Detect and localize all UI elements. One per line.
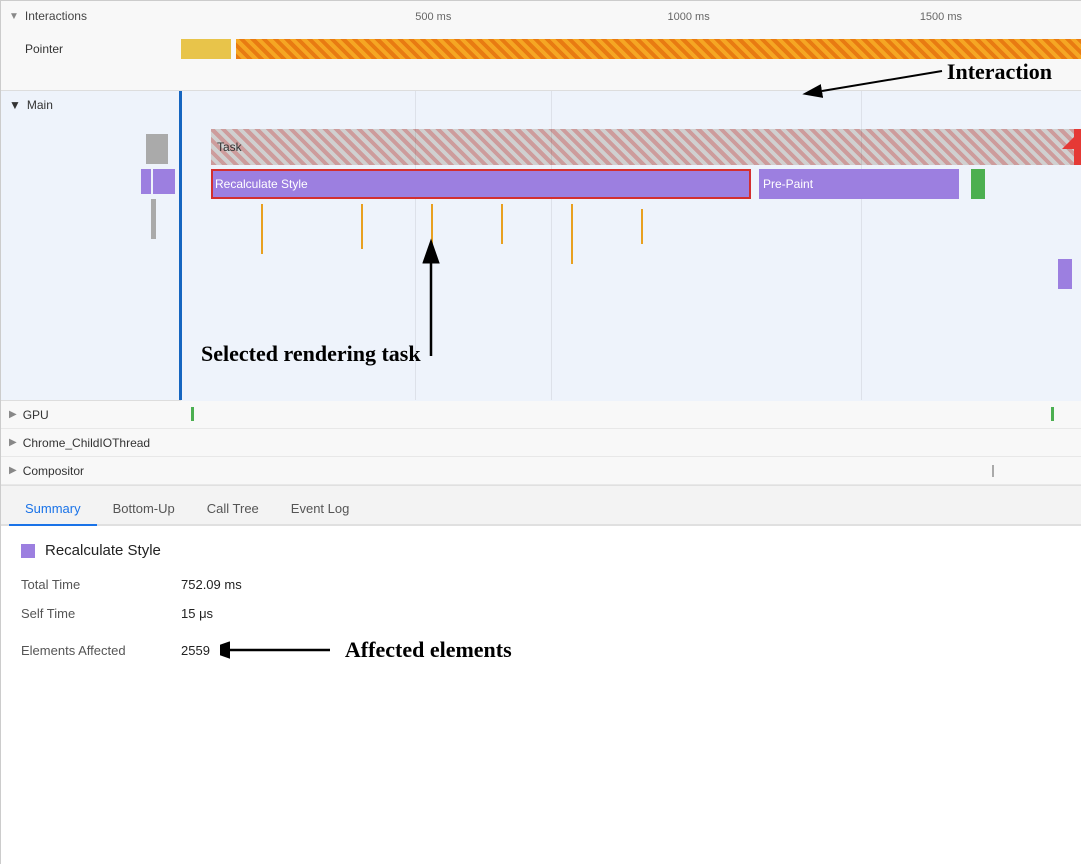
blue-left-border: [179, 91, 182, 400]
affected-elements-annotation-text: Affected elements: [345, 637, 512, 663]
summary-self-time-row: Self Time 15 μs: [21, 606, 1062, 621]
chrome-child-row: ▶ Chrome_ChildIOThread: [1, 429, 1081, 457]
interactions-triangle[interactable]: ▼: [9, 11, 19, 22]
gray-block-1: [146, 134, 168, 164]
summary-elements-affected-row: Elements Affected 2559 Affected elements: [21, 635, 1062, 665]
main-content: Task Recalculate Style Pre-Paint: [181, 119, 1081, 401]
label-500ms: 500 ms: [415, 11, 451, 23]
summary-title-row: Recalculate Style: [21, 542, 1062, 559]
pointer-yellow-block: [181, 39, 231, 59]
summary-self-time-key: Self Time: [21, 606, 181, 621]
compositor-label-text: Compositor: [23, 464, 84, 478]
gray-block-2: [151, 199, 156, 239]
main-header: ▼ Main: [1, 91, 1081, 119]
main-left-decorations: [141, 119, 181, 401]
purple-block-right: [1058, 259, 1072, 289]
summary-total-time-key: Total Time: [21, 577, 181, 592]
vbar-4: [501, 204, 503, 244]
affected-elements-arrow: [220, 635, 340, 665]
compositor-triangle[interactable]: ▶: [9, 465, 17, 476]
pointer-row: Pointer: [1, 31, 1081, 67]
gpu-label: ▶ GPU: [9, 408, 189, 422]
main-section: ▼ Main Task Recalculate Style: [1, 91, 1081, 401]
prepaint-bar[interactable]: [759, 169, 959, 199]
compositor-divider: [992, 465, 994, 477]
pointer-content: [181, 35, 1081, 63]
pointer-orange-bar: [236, 39, 1081, 59]
chrome-child-label: ▶ Chrome_ChildIOThread: [9, 436, 189, 450]
chrome-child-label-text: Chrome_ChildIOThread: [23, 436, 150, 450]
vbar-1: [261, 204, 263, 254]
pointer-label-text: Pointer: [25, 42, 63, 56]
purple-block-main: [153, 169, 175, 194]
vbar-6: [641, 209, 643, 244]
chrome-child-content: [189, 433, 1074, 453]
gpu-green-bar: [191, 407, 194, 421]
interactions-header: ▼ Interactions 500 ms 1000 ms 1500 ms: [1, 1, 1081, 31]
summary-color-box: [21, 544, 35, 558]
summary-elements-key: Elements Affected: [21, 643, 181, 658]
recalculate-style-bar[interactable]: [211, 169, 751, 199]
interactions-label: Interactions: [25, 9, 87, 23]
label-1000ms: 1000 ms: [668, 11, 710, 23]
summary-total-time-val: 752.09 ms: [181, 577, 242, 592]
tab-call-tree[interactable]: Call Tree: [191, 493, 275, 526]
vbar-2: [361, 204, 363, 249]
tabs-bar: Summary Bottom-Up Call Tree Event Log: [1, 486, 1081, 526]
tab-event-log[interactable]: Event Log: [275, 493, 366, 526]
collapsed-rows: ▶ GPU ▶ Chrome_ChildIOThread ▶ Composito…: [1, 401, 1081, 486]
gpu-triangle[interactable]: ▶: [9, 409, 17, 420]
gpu-label-text: GPU: [23, 408, 49, 422]
chrome-triangle[interactable]: ▶: [9, 437, 17, 448]
tab-summary[interactable]: Summary: [9, 493, 97, 526]
compositor-content: [189, 461, 1074, 481]
tab-bottom-up[interactable]: Bottom-Up: [97, 493, 191, 526]
interactions-section: ▼ Interactions 500 ms 1000 ms 1500 ms Po…: [1, 1, 1081, 91]
label-1500ms: 1500 ms: [920, 11, 962, 23]
compositor-label: ▶ Compositor: [9, 464, 189, 478]
green-bar-right: [971, 169, 985, 199]
summary-total-time-row: Total Time 752.09 ms: [21, 577, 1062, 592]
task-bar[interactable]: [211, 129, 1081, 165]
gpu-content: [189, 405, 1074, 425]
purple-block-small: [141, 169, 151, 194]
main-label: Main: [27, 98, 53, 112]
summary-elements-val: 2559: [181, 643, 210, 658]
timeline-labels: 500 ms 1000 ms 1500 ms: [181, 3, 1081, 31]
pointer-label: Pointer: [1, 42, 181, 56]
summary-title-text: Recalculate Style: [45, 542, 161, 559]
vbar-5: [571, 204, 573, 264]
summary-panel: Recalculate Style Total Time 752.09 ms S…: [1, 526, 1081, 865]
main-triangle[interactable]: ▼: [9, 98, 21, 112]
gpu-row: ▶ GPU: [1, 401, 1081, 429]
performance-panel: ▼ Interactions 500 ms 1000 ms 1500 ms Po…: [1, 1, 1081, 865]
vbar-3: [431, 204, 433, 259]
task-label: Task: [215, 129, 242, 165]
task-red-triangle: [1062, 129, 1081, 149]
gpu-green-bar-right: [1051, 407, 1054, 421]
summary-self-time-val: 15 μs: [181, 606, 213, 621]
compositor-row: ▶ Compositor: [1, 457, 1081, 485]
